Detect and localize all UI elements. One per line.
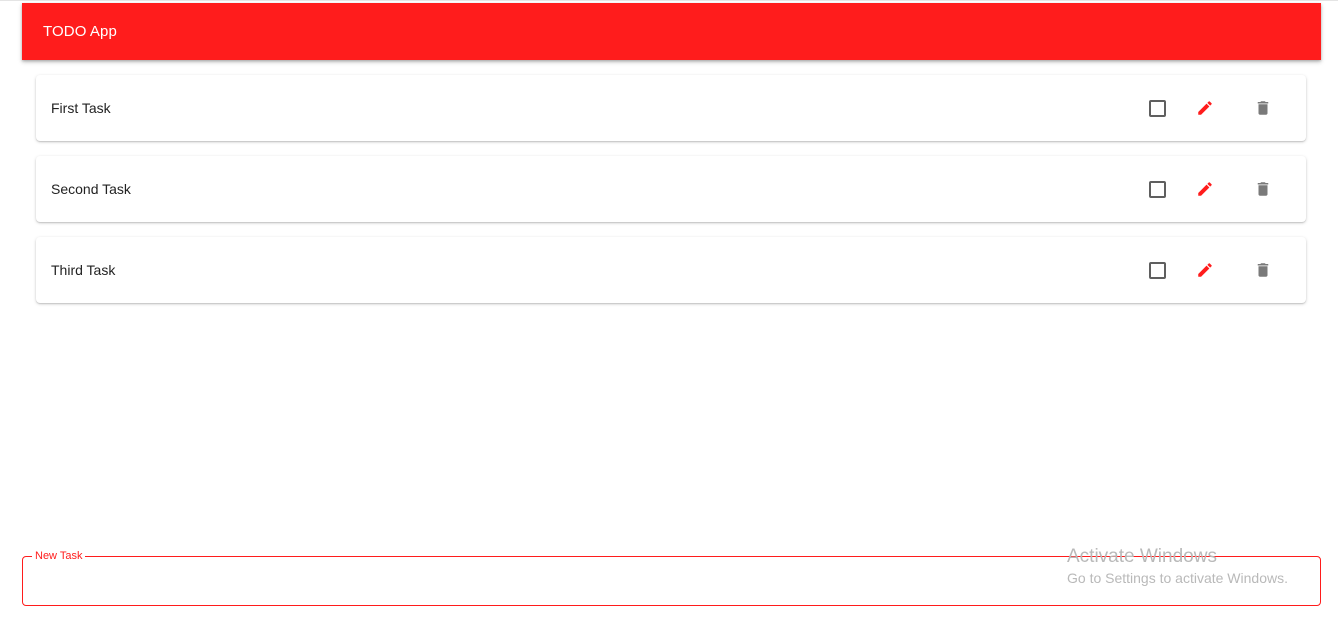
new-task-label: New Task [32, 549, 86, 563]
checkbox-unchecked-icon [1148, 99, 1166, 117]
delete-task-button[interactable] [1250, 257, 1276, 283]
trash-icon [1257, 263, 1269, 277]
task-complete-checkbox[interactable] [1144, 176, 1170, 202]
task-complete-checkbox[interactable] [1144, 257, 1170, 283]
task-label: Second Task [51, 181, 131, 197]
trash-icon [1257, 101, 1269, 115]
task-actions [1136, 156, 1306, 222]
edit-task-button[interactable] [1192, 257, 1218, 283]
pencil-icon [1198, 182, 1212, 196]
pencil-icon [1198, 263, 1212, 277]
checkbox-unchecked-icon [1148, 261, 1166, 279]
edit-task-button[interactable] [1192, 176, 1218, 202]
edit-task-button[interactable] [1192, 95, 1218, 121]
new-task-input[interactable] [35, 565, 1309, 599]
delete-task-button[interactable] [1250, 176, 1276, 202]
task-actions [1136, 75, 1306, 141]
task-card: Second Task [36, 156, 1306, 222]
task-card: First Task [36, 75, 1306, 141]
task-list: First Task Second Task Third Task [36, 75, 1306, 318]
task-label: Third Task [51, 262, 116, 278]
app-bar: TODO App [22, 3, 1321, 60]
pencil-icon [1198, 101, 1212, 115]
task-complete-checkbox[interactable] [1144, 95, 1170, 121]
app-title: TODO App [43, 23, 117, 40]
trash-icon [1257, 182, 1269, 196]
new-task-field: New Task [22, 549, 1321, 606]
checkbox-unchecked-icon [1148, 180, 1166, 198]
delete-task-button[interactable] [1250, 95, 1276, 121]
task-actions [1136, 237, 1306, 303]
task-label: First Task [51, 100, 111, 116]
task-card: Third Task [36, 237, 1306, 303]
